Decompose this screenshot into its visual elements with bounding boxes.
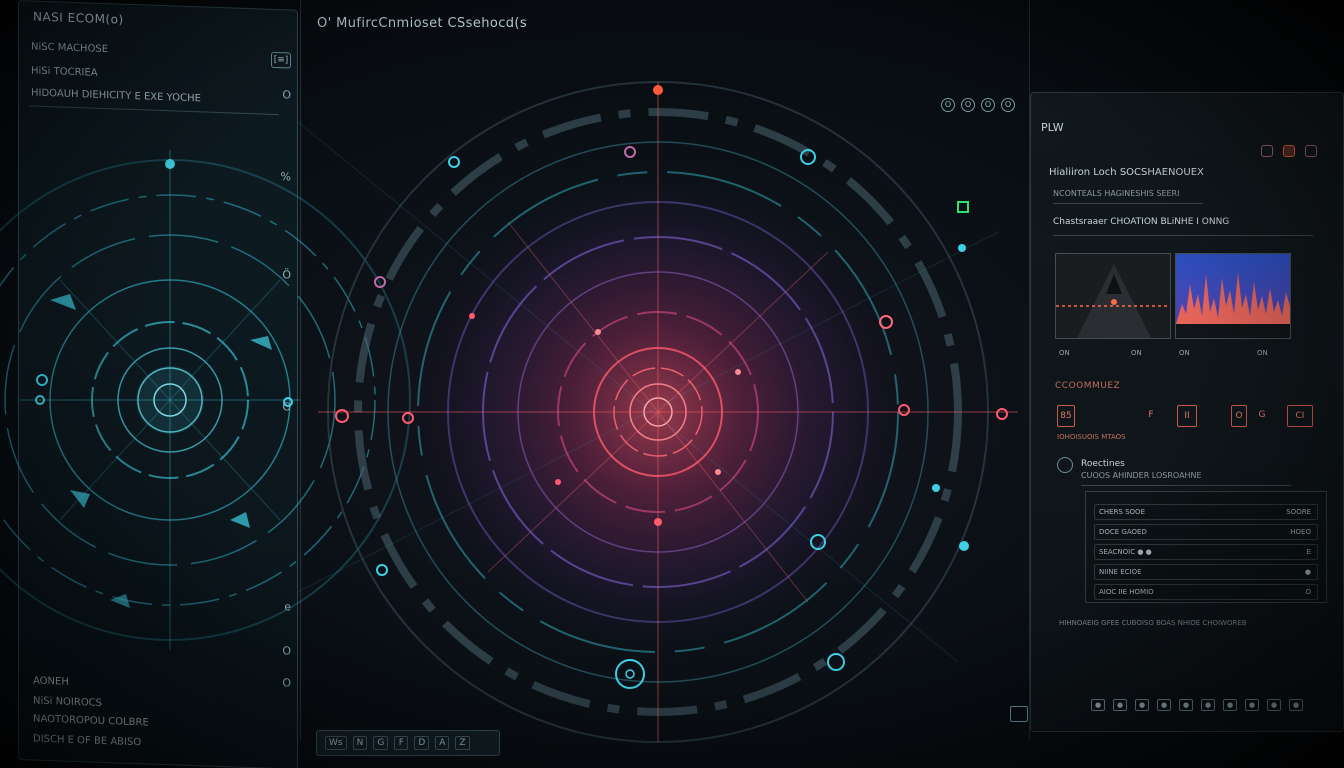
- tool-icon-0[interactable]: ●: [1091, 699, 1105, 711]
- routines-table: CHERS SOOE SOORE DOCE GAOED HOEO SEACNOI…: [1085, 491, 1327, 603]
- radar-node-cyan: [827, 653, 845, 671]
- close-icon[interactable]: [1305, 145, 1317, 157]
- tool-icon-2[interactable]: ●: [1135, 699, 1149, 711]
- bottom-tool-0[interactable]: Ws: [325, 736, 347, 750]
- table-row[interactable]: DOCE GAOED HOEO: [1094, 524, 1318, 540]
- row-value: O: [1305, 588, 1311, 596]
- radar-node: [469, 313, 475, 319]
- radar-node: [654, 518, 662, 526]
- thumb-caption-0: ON: [1059, 349, 1070, 357]
- row-value: ●: [1304, 568, 1311, 576]
- metric-box-2: II: [1177, 405, 1197, 427]
- metric-box-0[interactable]: 85: [1057, 405, 1075, 427]
- right-panel-footer-text: HIHNOAEIG GFEE CUBOISO BOAS NHIOE CHOIWO…: [1059, 619, 1247, 627]
- right-panel-heading: Hialiiron Loch SOCSHAENOUEX: [1049, 167, 1204, 178]
- radar-node: [735, 369, 741, 375]
- table-row[interactable]: NIINE ECIOE ●: [1094, 564, 1318, 580]
- radar-node-cyan: [376, 564, 388, 576]
- right-panel-header: PLW: [1041, 121, 1064, 134]
- right-panel-divider: [1081, 485, 1291, 486]
- metrics-label: IOHOISUOIS MTAOS: [1057, 433, 1126, 441]
- feed-thumbnail-sonar[interactable]: [1055, 253, 1171, 339]
- routines-subtitle: CUOOS AHINDER LOSROAHNE: [1081, 471, 1202, 480]
- bottom-tool-4[interactable]: D: [414, 736, 430, 750]
- radar-node-lower-core: [625, 669, 635, 679]
- thumb-caption-3: ON: [1257, 349, 1268, 357]
- right-panel-divider: [1053, 235, 1313, 236]
- metric-box-3[interactable]: O: [1231, 405, 1247, 427]
- radar-node: [595, 329, 601, 335]
- right-panel-section-title: Chastsraaer CHOATION BLiNHE I ONNG: [1053, 217, 1230, 227]
- record-icon[interactable]: [1261, 145, 1273, 157]
- row-value: HOEO: [1290, 528, 1311, 536]
- radar-node: [624, 146, 636, 158]
- radar-node-right: [996, 408, 1008, 420]
- radar-node-cyan: [932, 484, 940, 492]
- radar-node-cyan: [958, 244, 966, 252]
- thumb-caption-2: ON: [1179, 349, 1190, 357]
- table-row[interactable]: SEACNOIC ● ● E: [1094, 544, 1318, 560]
- routines-title: Roectines: [1081, 459, 1125, 469]
- bottom-tool-5[interactable]: A: [435, 736, 450, 750]
- tool-icon-8[interactable]: ●: [1267, 699, 1281, 711]
- tool-icon-6[interactable]: ●: [1223, 699, 1237, 711]
- screen-background: NASI ECOM(o) NiSC MACHOSE HiSi TOCRIEA H…: [0, 0, 1344, 768]
- radar-node-lower: [615, 659, 645, 689]
- bottom-tool-6[interactable]: Z: [455, 736, 470, 750]
- metric-box-5: CI: [1287, 405, 1313, 427]
- stop-icon[interactable]: [1283, 145, 1295, 157]
- row-value: SOORE: [1286, 508, 1311, 516]
- table-row[interactable]: AIOC IIE HOMIO O: [1094, 584, 1318, 600]
- feed-thumbnail-spectrum[interactable]: [1175, 253, 1291, 339]
- radar-node: [374, 276, 386, 288]
- row-label: AIOC IIE HOMIO: [1099, 588, 1154, 596]
- tool-icon-4[interactable]: ●: [1179, 699, 1193, 711]
- row-label: SEACNOIC ● ●: [1099, 548, 1152, 556]
- sonar-preview: [1056, 254, 1170, 338]
- table-row[interactable]: CHERS SOOE SOORE: [1094, 504, 1318, 520]
- radar-node: [555, 479, 561, 485]
- radar-marker-green: [957, 201, 969, 213]
- row-label: NIINE ECIOE: [1099, 568, 1142, 576]
- bottom-toolbar: Ws N G F D A Z: [316, 730, 500, 756]
- right-panel-sub-meta: NCONTEALS HAGINESHIS SEERI: [1053, 189, 1180, 198]
- row-label: DOCE GAOED: [1099, 528, 1147, 536]
- tool-icon-3[interactable]: ●: [1157, 699, 1171, 711]
- metrics-title: CCOOMMUEZ: [1055, 381, 1121, 391]
- routines-icon: [1057, 457, 1073, 473]
- bottom-tool-2[interactable]: G: [373, 736, 389, 750]
- radar-node-cyan: [448, 156, 460, 168]
- radar-node-cyan: [959, 541, 969, 551]
- row-value: E: [1306, 548, 1311, 556]
- expand-icon[interactable]: [1010, 706, 1028, 722]
- tool-icon-9[interactable]: ●: [1289, 699, 1303, 711]
- right-panel-divider: [1053, 203, 1203, 204]
- metric-box-1: F: [1148, 410, 1154, 420]
- metric-box-4: G: [1258, 410, 1266, 420]
- radar-node: [715, 469, 721, 475]
- right-panel: PLW Hialiiron Loch SOCSHAENOUEX NCONTEAL…: [1030, 92, 1344, 732]
- radar-node-top: [653, 85, 663, 95]
- tool-icon-1[interactable]: ●: [1113, 699, 1127, 711]
- thumb-caption-1: ON: [1131, 349, 1142, 357]
- right-panel-toolbar: ● ● ● ● ● ● ● ● ● ●: [1091, 699, 1303, 711]
- tool-icon-5[interactable]: ●: [1201, 699, 1215, 711]
- spectrum-preview: [1176, 254, 1290, 338]
- bottom-tool-3[interactable]: F: [394, 736, 409, 750]
- row-label: CHERS SOOE: [1099, 508, 1145, 516]
- tool-icon-7[interactable]: ●: [1245, 699, 1259, 711]
- bottom-tool-1[interactable]: N: [352, 736, 368, 750]
